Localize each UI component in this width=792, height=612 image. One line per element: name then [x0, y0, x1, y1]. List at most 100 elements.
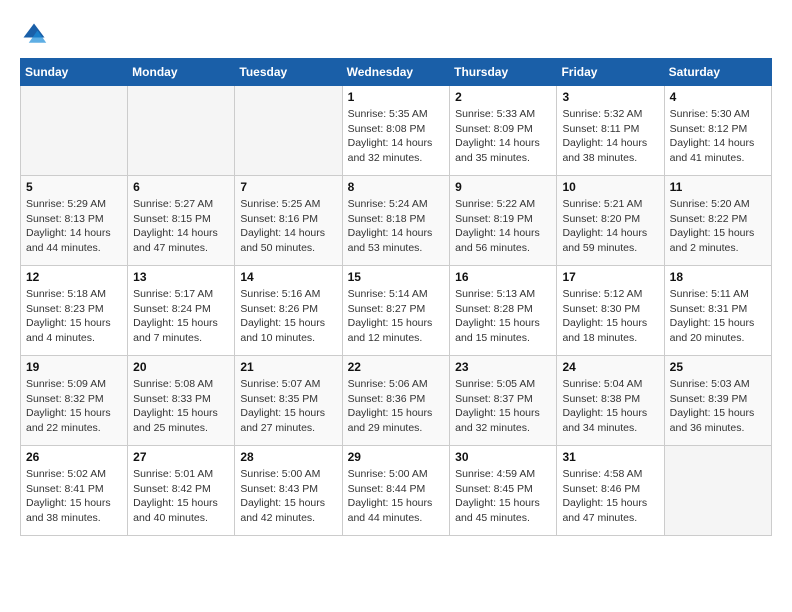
day-number: 31 — [562, 450, 658, 464]
day-info: Sunrise: 5:22 AMSunset: 8:19 PMDaylight:… — [455, 197, 551, 256]
day-number: 18 — [670, 270, 766, 284]
day-info: Sunrise: 5:21 AMSunset: 8:20 PMDaylight:… — [562, 197, 658, 256]
weekday-header-thursday: Thursday — [450, 59, 557, 86]
day-number: 28 — [240, 450, 336, 464]
day-number: 14 — [240, 270, 336, 284]
day-number: 2 — [455, 90, 551, 104]
day-info: Sunrise: 5:29 AMSunset: 8:13 PMDaylight:… — [26, 197, 122, 256]
day-info: Sunrise: 5:25 AMSunset: 8:16 PMDaylight:… — [240, 197, 336, 256]
day-info: Sunrise: 5:30 AMSunset: 8:12 PMDaylight:… — [670, 107, 766, 166]
day-info: Sunrise: 5:11 AMSunset: 8:31 PMDaylight:… — [670, 287, 766, 346]
weekday-header-tuesday: Tuesday — [235, 59, 342, 86]
day-info: Sunrise: 5:14 AMSunset: 8:27 PMDaylight:… — [348, 287, 445, 346]
calendar-week-row: 19 Sunrise: 5:09 AMSunset: 8:32 PMDayligh… — [21, 356, 772, 446]
day-number: 22 — [348, 360, 445, 374]
day-number: 6 — [133, 180, 229, 194]
day-info: Sunrise: 4:58 AMSunset: 8:46 PMDaylight:… — [562, 467, 658, 526]
calendar-cell: 6 Sunrise: 5:27 AMSunset: 8:15 PMDaylight… — [128, 176, 235, 266]
day-number: 3 — [562, 90, 658, 104]
calendar-cell: 29Sunrise: 5:00 AMSunset: 8:44 PMDayligh… — [342, 446, 450, 536]
day-info: Sunrise: 5:18 AMSunset: 8:23 PMDaylight:… — [26, 287, 122, 346]
calendar-cell: 27 Sunrise: 5:01 AMSunset: 8:42 PMDayligh… — [128, 446, 235, 536]
day-number: 16 — [455, 270, 551, 284]
calendar-cell: 5 Sunrise: 5:29 AMSunset: 8:13 PMDaylight… — [21, 176, 128, 266]
calendar-cell: 22Sunrise: 5:06 AMSunset: 8:36 PMDayligh… — [342, 356, 450, 446]
day-info: Sunrise: 5:09 AMSunset: 8:32 PMDaylight:… — [26, 377, 122, 436]
day-number: 4 — [670, 90, 766, 104]
calendar-week-row: 12 Sunrise: 5:18 AMSunset: 8:23 PMDayligh… — [21, 266, 772, 356]
calendar-cell: 3 Sunrise: 5:32 AMSunset: 8:11 PMDaylight… — [557, 86, 664, 176]
calendar-cell: 1Sunrise: 5:35 AMSunset: 8:08 PMDaylight… — [342, 86, 450, 176]
day-number: 7 — [240, 180, 336, 194]
day-info: Sunrise: 4:59 AMSunset: 8:45 PMDaylight:… — [455, 467, 551, 526]
day-info: Sunrise: 5:24 AMSunset: 8:18 PMDaylight:… — [348, 197, 445, 256]
calendar-cell: 16 Sunrise: 5:13 AMSunset: 8:28 PMDayligh… — [450, 266, 557, 356]
calendar-table: SundayMondayTuesdayWednesdayThursdayFrid… — [20, 58, 772, 536]
calendar-week-row: 1Sunrise: 5:35 AMSunset: 8:08 PMDaylight… — [21, 86, 772, 176]
calendar-cell: 31 Sunrise: 4:58 AMSunset: 8:46 PMDayligh… — [557, 446, 664, 536]
day-number: 9 — [455, 180, 551, 194]
day-info: Sunrise: 5:01 AMSunset: 8:42 PMDaylight:… — [133, 467, 229, 526]
calendar-cell: 19 Sunrise: 5:09 AMSunset: 8:32 PMDayligh… — [21, 356, 128, 446]
calendar-cell — [21, 86, 128, 176]
calendar-cell: 7 Sunrise: 5:25 AMSunset: 8:16 PMDaylight… — [235, 176, 342, 266]
weekday-header-row: SundayMondayTuesdayWednesdayThursdayFrid… — [21, 59, 772, 86]
day-number: 15 — [348, 270, 445, 284]
day-info: Sunrise: 5:17 AMSunset: 8:24 PMDaylight:… — [133, 287, 229, 346]
calendar-week-row: 5 Sunrise: 5:29 AMSunset: 8:13 PMDaylight… — [21, 176, 772, 266]
logo-icon — [20, 20, 48, 48]
calendar-cell: 20 Sunrise: 5:08 AMSunset: 8:33 PMDayligh… — [128, 356, 235, 446]
day-number: 19 — [26, 360, 122, 374]
day-number: 20 — [133, 360, 229, 374]
day-number: 21 — [240, 360, 336, 374]
calendar-cell: 14 Sunrise: 5:16 AMSunset: 8:26 PMDayligh… — [235, 266, 342, 356]
calendar-cell: 11 Sunrise: 5:20 AMSunset: 8:22 PMDayligh… — [664, 176, 771, 266]
day-info: Sunrise: 5:13 AMSunset: 8:28 PMDaylight:… — [455, 287, 551, 346]
calendar-cell — [128, 86, 235, 176]
day-number: 11 — [670, 180, 766, 194]
calendar-cell: 23 Sunrise: 5:05 AMSunset: 8:37 PMDayligh… — [450, 356, 557, 446]
day-number: 23 — [455, 360, 551, 374]
weekday-header-friday: Friday — [557, 59, 664, 86]
day-info: Sunrise: 5:33 AMSunset: 8:09 PMDaylight:… — [455, 107, 551, 166]
day-info: Sunrise: 5:16 AMSunset: 8:26 PMDaylight:… — [240, 287, 336, 346]
day-number: 1 — [348, 90, 445, 104]
calendar-cell: 24Sunrise: 5:04 AMSunset: 8:38 PMDayligh… — [557, 356, 664, 446]
day-info: Sunrise: 5:00 AMSunset: 8:44 PMDaylight:… — [348, 467, 445, 526]
day-number: 13 — [133, 270, 229, 284]
calendar-week-row: 26 Sunrise: 5:02 AMSunset: 8:41 PMDayligh… — [21, 446, 772, 536]
day-number: 10 — [562, 180, 658, 194]
calendar-cell: 13 Sunrise: 5:17 AMSunset: 8:24 PMDayligh… — [128, 266, 235, 356]
day-info: Sunrise: 5:20 AMSunset: 8:22 PMDaylight:… — [670, 197, 766, 256]
calendar-cell: 8 Sunrise: 5:24 AMSunset: 8:18 PMDaylight… — [342, 176, 450, 266]
day-number: 5 — [26, 180, 122, 194]
calendar-cell: 28Sunrise: 5:00 AMSunset: 8:43 PMDayligh… — [235, 446, 342, 536]
day-number: 30 — [455, 450, 551, 464]
calendar-cell — [235, 86, 342, 176]
logo — [20, 20, 52, 48]
day-info: Sunrise: 5:27 AMSunset: 8:15 PMDaylight:… — [133, 197, 229, 256]
day-info: Sunrise: 5:02 AMSunset: 8:41 PMDaylight:… — [26, 467, 122, 526]
calendar-cell: 2 Sunrise: 5:33 AMSunset: 8:09 PMDaylight… — [450, 86, 557, 176]
weekday-header-saturday: Saturday — [664, 59, 771, 86]
day-number: 26 — [26, 450, 122, 464]
calendar-cell: 30 Sunrise: 4:59 AMSunset: 8:45 PMDayligh… — [450, 446, 557, 536]
day-number: 27 — [133, 450, 229, 464]
calendar-cell: 12 Sunrise: 5:18 AMSunset: 8:23 PMDayligh… — [21, 266, 128, 356]
day-info: Sunrise: 5:07 AMSunset: 8:35 PMDaylight:… — [240, 377, 336, 436]
weekday-header-wednesday: Wednesday — [342, 59, 450, 86]
day-info: Sunrise: 5:05 AMSunset: 8:37 PMDaylight:… — [455, 377, 551, 436]
day-info: Sunrise: 5:12 AMSunset: 8:30 PMDaylight:… — [562, 287, 658, 346]
page-header — [20, 20, 772, 48]
calendar-cell: 9 Sunrise: 5:22 AMSunset: 8:19 PMDaylight… — [450, 176, 557, 266]
day-info: Sunrise: 5:32 AMSunset: 8:11 PMDaylight:… — [562, 107, 658, 166]
calendar-cell: 26 Sunrise: 5:02 AMSunset: 8:41 PMDayligh… — [21, 446, 128, 536]
day-number: 12 — [26, 270, 122, 284]
day-number: 24 — [562, 360, 658, 374]
calendar-cell: 15 Sunrise: 5:14 AMSunset: 8:27 PMDayligh… — [342, 266, 450, 356]
calendar-cell: 25Sunrise: 5:03 AMSunset: 8:39 PMDayligh… — [664, 356, 771, 446]
calendar-cell: 10 Sunrise: 5:21 AMSunset: 8:20 PMDayligh… — [557, 176, 664, 266]
day-info: Sunrise: 5:08 AMSunset: 8:33 PMDaylight:… — [133, 377, 229, 436]
day-number: 8 — [348, 180, 445, 194]
calendar-cell — [664, 446, 771, 536]
